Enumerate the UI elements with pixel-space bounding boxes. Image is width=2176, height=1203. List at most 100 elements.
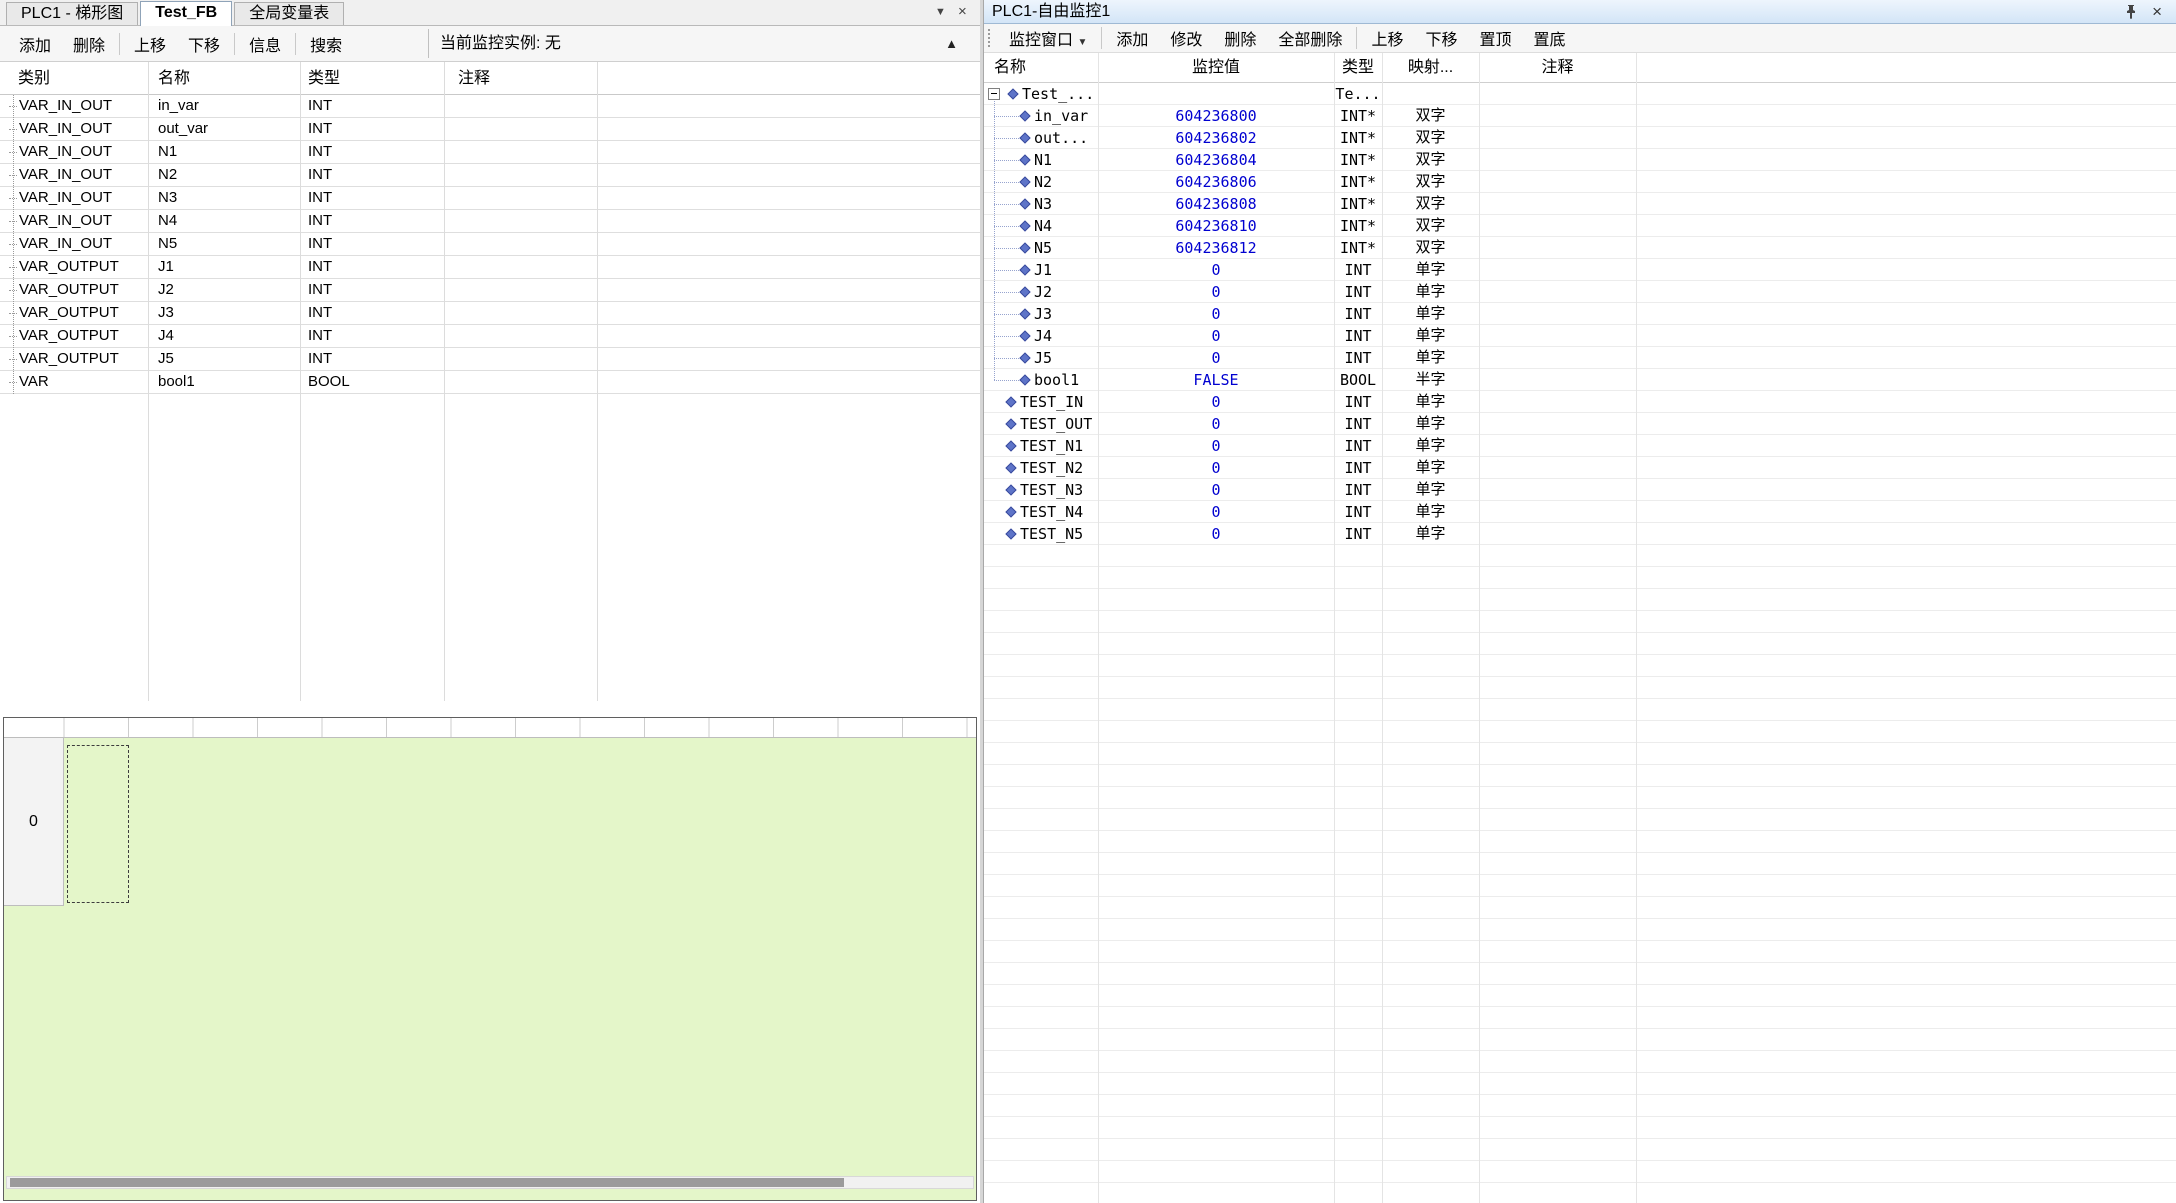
- move-up-button[interactable]: 上移: [123, 32, 177, 56]
- search-button[interactable]: 搜索: [299, 32, 353, 56]
- table-row[interactable]: VAR_OUTPUTJ5INT: [0, 348, 980, 371]
- tab-global-vars[interactable]: 全局变量表: [234, 2, 344, 25]
- watch-row[interactable]: N5604236812INT*双字: [984, 237, 2176, 259]
- cell-category: VAR_OUTPUT: [19, 256, 119, 278]
- table-row[interactable]: VAR_OUTPUTJ3INT: [0, 302, 980, 325]
- delete-all-button[interactable]: 全部删除: [1267, 26, 1353, 50]
- cell-name: N4: [158, 210, 177, 232]
- watch-row[interactable]: out...604236802INT*双字: [984, 127, 2176, 149]
- watch-row[interactable]: bool1FALSEBOOL半字: [984, 369, 2176, 391]
- variable-name: N1: [1034, 149, 1052, 171]
- tab-close-icon[interactable]: ×: [958, 3, 967, 20]
- ladder-editor-canvas[interactable]: 0: [3, 717, 977, 1201]
- variable-icon: [1005, 528, 1016, 539]
- grid-line: [300, 62, 301, 701]
- variable-icon: [1005, 440, 1016, 451]
- delete-button[interactable]: 删除: [62, 32, 116, 56]
- to-top-button[interactable]: 置顶: [1468, 26, 1522, 50]
- cell-mapping: 单字: [1382, 347, 1479, 369]
- add-button[interactable]: 添加: [1105, 26, 1159, 50]
- variable-icon: [1019, 154, 1030, 165]
- cell-type: INT: [308, 187, 332, 209]
- table-row[interactable]: VAR_IN_OUTout_varINT: [0, 118, 980, 141]
- tab-test-fb[interactable]: Test_FB: [140, 1, 232, 26]
- delete-button[interactable]: 删除: [1213, 26, 1267, 50]
- watch-row[interactable]: TEST_N10INT单字: [984, 435, 2176, 457]
- variable-icon: [1005, 462, 1016, 473]
- watch-row[interactable]: N1604236804INT*双字: [984, 149, 2176, 171]
- watch-row[interactable]: in_var604236800INT*双字: [984, 105, 2176, 127]
- watch-row[interactable]: J10INT单字: [984, 259, 2176, 281]
- watch-row[interactable]: N3604236808INT*双字: [984, 193, 2176, 215]
- cell-type: Te...: [1334, 83, 1382, 105]
- tree-guide-line: [13, 95, 14, 394]
- rung-number-cell[interactable]: 0: [4, 738, 64, 906]
- cell-mapping: 单字: [1382, 457, 1479, 479]
- watch-row[interactable]: TEST_N30INT单字: [984, 479, 2176, 501]
- cell-mapping: 单字: [1382, 259, 1479, 281]
- variable-name: TEST_N2: [1020, 457, 1083, 479]
- table-row[interactable]: VAR_IN_OUTN4INT: [0, 210, 980, 233]
- column-header-comment[interactable]: 注释: [458, 62, 490, 95]
- column-header-name[interactable]: 名称: [994, 53, 1026, 83]
- watch-row[interactable]: TEST_OUT0INT单字: [984, 413, 2176, 435]
- to-bottom-button[interactable]: 置底: [1522, 26, 1576, 50]
- table-row[interactable]: VAR_IN_OUTN3INT: [0, 187, 980, 210]
- variable-icon: [1019, 132, 1030, 143]
- column-header-comment[interactable]: 注释: [1479, 53, 1636, 83]
- watch-row[interactable]: TEST_N50INT单字: [984, 523, 2176, 545]
- tab-plc1-ladder[interactable]: PLC1 - 梯形图: [6, 2, 138, 25]
- watch-row[interactable]: J50INT单字: [984, 347, 2176, 369]
- watch-row[interactable]: TEST_N20INT单字: [984, 457, 2176, 479]
- watch-row[interactable]: J30INT单字: [984, 303, 2176, 325]
- close-icon[interactable]: ×: [2152, 0, 2162, 23]
- tree-connector: [994, 138, 1021, 139]
- toolbar-grip[interactable]: [988, 29, 992, 47]
- table-row[interactable]: VAR_IN_OUTin_varINT: [0, 95, 980, 118]
- table-row[interactable]: VAR_IN_OUTN2INT: [0, 164, 980, 187]
- move-down-button[interactable]: 下移: [1414, 26, 1468, 50]
- watch-row[interactable]: N2604236806INT*双字: [984, 171, 2176, 193]
- watch-row[interactable]: J20INT单字: [984, 281, 2176, 303]
- cell-type: INT*: [1334, 171, 1382, 193]
- column-header-type[interactable]: 类型: [308, 62, 340, 95]
- toolbar-separator: [295, 33, 296, 55]
- cell-type: INT: [308, 141, 332, 163]
- collapse-toggle-icon[interactable]: [988, 88, 1000, 100]
- modify-button[interactable]: 修改: [1159, 26, 1213, 50]
- pin-icon[interactable]: [2124, 4, 2138, 24]
- column-header-name[interactable]: 名称: [158, 62, 190, 95]
- table-row[interactable]: VAR_OUTPUTJ1INT: [0, 256, 980, 279]
- selection-cursor[interactable]: [67, 745, 129, 903]
- watch-row[interactable]: Test_...Te...: [984, 83, 2176, 105]
- table-row[interactable]: VARbool1BOOL: [0, 371, 980, 394]
- column-header-mapping[interactable]: 映射...: [1382, 53, 1479, 83]
- table-row[interactable]: VAR_OUTPUTJ4INT: [0, 325, 980, 348]
- watch-row[interactable]: TEST_IN0INT单字: [984, 391, 2176, 413]
- table-row[interactable]: VAR_IN_OUTN5INT: [0, 233, 980, 256]
- column-header-type[interactable]: 类型: [1334, 53, 1382, 83]
- table-row[interactable]: VAR_OUTPUTJ2INT: [0, 279, 980, 302]
- watch-row[interactable]: J40INT单字: [984, 325, 2176, 347]
- column-header-category[interactable]: 类别: [18, 62, 50, 95]
- monitor-window-button[interactable]: 监控窗口 ▼: [998, 26, 1098, 50]
- cell-value: 604236810: [1098, 215, 1334, 237]
- cell-value: 604236804: [1098, 149, 1334, 171]
- monitor-panel-titlebar[interactable]: PLC1-自由监控1 ×: [984, 0, 2176, 24]
- cell-category: VAR_IN_OUT: [19, 95, 112, 117]
- add-button[interactable]: 添加: [8, 32, 62, 56]
- table-row[interactable]: VAR_IN_OUTN1INT: [0, 141, 980, 164]
- tab-list-dropdown-icon[interactable]: ▼: [935, 6, 946, 18]
- watch-row[interactable]: N4604236810INT*双字: [984, 215, 2176, 237]
- watch-table-header: 名称 监控值 类型 映射... 注释: [984, 53, 2176, 83]
- watch-row[interactable]: TEST_N40INT单字: [984, 501, 2176, 523]
- move-up-button[interactable]: 上移: [1360, 26, 1414, 50]
- info-button[interactable]: 信息: [238, 32, 292, 56]
- variable-table: 类别 名称 类型 注释 VAR_IN_OUTin_varINTVAR_IN_OU…: [0, 62, 980, 701]
- scrollbar-thumb[interactable]: [10, 1178, 844, 1187]
- collapse-table-button[interactable]: ▲: [945, 26, 958, 61]
- horizontal-scrollbar[interactable]: [6, 1176, 974, 1189]
- move-down-button[interactable]: 下移: [177, 32, 231, 56]
- column-header-value[interactable]: 监控值: [1098, 53, 1334, 83]
- cell-name: in_var: [984, 105, 1098, 127]
